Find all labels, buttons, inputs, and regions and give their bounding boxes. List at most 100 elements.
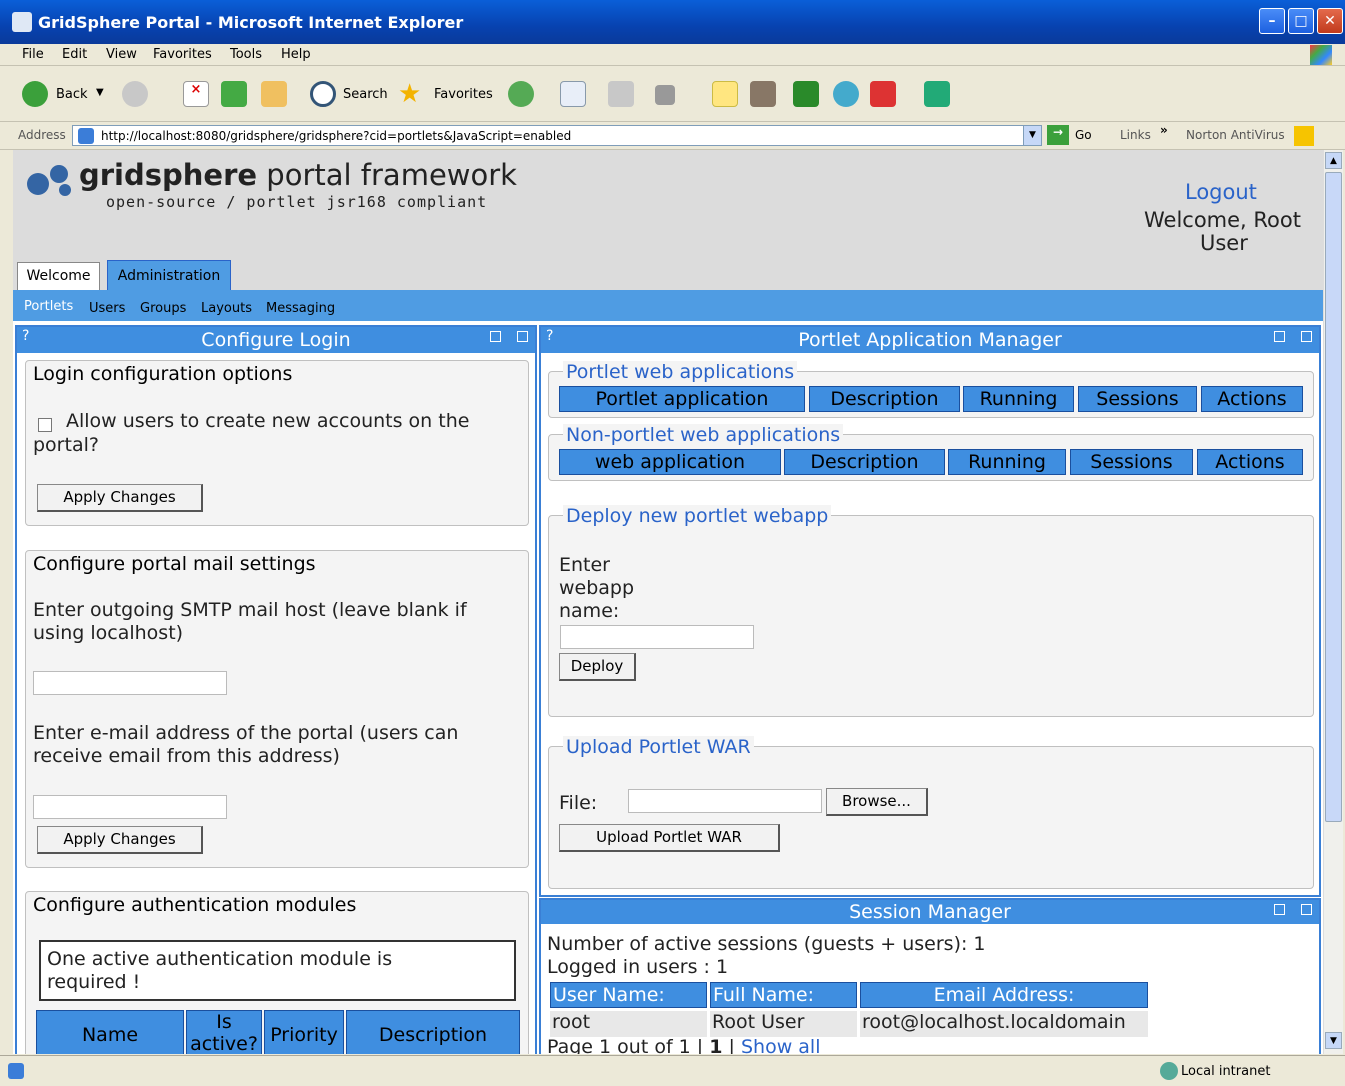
menu-help[interactable]: Help	[281, 47, 311, 62]
apply-changes-button[interactable]: Apply Changes	[37, 484, 203, 512]
back-icon[interactable]	[22, 81, 48, 107]
pwa-col-sessions: Sessions	[1078, 386, 1197, 412]
pam-help-icon[interactable]: ?	[546, 327, 553, 345]
logout-link[interactable]: Logout	[1185, 180, 1257, 204]
history-icon[interactable]	[508, 81, 534, 107]
tagline: open-source / portlet jsr168 compliant	[106, 193, 488, 211]
auth-col-name: Name	[36, 1010, 184, 1054]
menu-bar: File Edit View Favorites Tools Help	[0, 44, 1345, 66]
close-button[interactable]: ✕	[1317, 8, 1343, 34]
address-dropdown-icon[interactable]: ▼	[1023, 126, 1041, 145]
pam-title-bar: ? Portlet Application Manager	[541, 327, 1319, 353]
search-label[interactable]: Search	[343, 87, 388, 102]
scroll-up-icon[interactable]: ▲	[1325, 152, 1342, 169]
address-bar: Address http://localhost:8080/gridsphere…	[0, 122, 1345, 150]
smtp-host-input[interactable]	[33, 671, 227, 695]
favorites-label[interactable]: Favorites	[434, 87, 493, 102]
stop-icon[interactable]: ×	[183, 81, 209, 107]
file-path-input[interactable]	[628, 789, 822, 813]
portal-email-input[interactable]	[33, 795, 227, 819]
minimize-portlet-icon[interactable]	[490, 331, 501, 342]
menu-favorites[interactable]: Favorites	[153, 47, 212, 62]
email-label-line2: receive email from this address)	[33, 745, 340, 767]
norton-label[interactable]: Norton AntiVirus	[1186, 128, 1285, 142]
brand-bold: gridsphere	[79, 158, 258, 192]
subnav-portlets[interactable]: Portlets	[24, 299, 73, 314]
window-title: GridSphere Portal - Microsoft Internet E…	[38, 13, 464, 32]
menu-file[interactable]: File	[22, 47, 44, 62]
minimize-button[interactable]: –	[1259, 8, 1285, 34]
session-row-fullname: Root User	[710, 1011, 857, 1037]
mail-icon[interactable]	[560, 81, 586, 107]
messenger-icon[interactable]	[833, 81, 859, 107]
menu-tools[interactable]: Tools	[230, 47, 262, 62]
maximize-portlet-icon[interactable]	[517, 331, 528, 342]
configure-login-title-bar: ? Configure Login	[17, 327, 535, 353]
go-button[interactable]: Go	[1075, 128, 1092, 142]
tab-administration[interactable]: Administration	[107, 260, 231, 292]
non-portlet-webapps-legend: Non-portlet web applications	[563, 424, 844, 446]
note-icon[interactable]	[712, 81, 738, 107]
browse-button[interactable]: Browse...	[826, 788, 928, 816]
back-dropdown-icon[interactable]: ▼	[96, 87, 104, 98]
upload-war-button[interactable]: Upload Portlet WAR	[559, 824, 780, 852]
back-label[interactable]: Back	[56, 87, 88, 102]
scroll-thumb[interactable]	[1325, 172, 1342, 822]
npwa-col-running: Running	[948, 449, 1066, 475]
file-label: File:	[559, 792, 598, 814]
pwa-col-description: Description	[809, 386, 960, 412]
address-input[interactable]: http://localhost:8080/gridsphere/gridsph…	[72, 125, 1042, 146]
vertical-scrollbar[interactable]: ▲ ▼	[1323, 150, 1343, 1054]
search-icon[interactable]	[310, 81, 336, 107]
auth-note-line2: required !	[47, 971, 141, 993]
research-icon[interactable]	[750, 81, 776, 107]
refresh-icon[interactable]	[221, 81, 247, 107]
links-chevron[interactable]: »	[1160, 123, 1168, 137]
portlet-webapps-fieldset: Portlet web applications Portlet applica…	[548, 361, 1314, 418]
session-maximize-icon[interactable]	[1301, 904, 1312, 915]
menu-edit[interactable]: Edit	[62, 47, 87, 62]
panel-title: Configure Login	[201, 329, 351, 351]
favorites-icon[interactable]: ★	[398, 79, 421, 109]
icq-icon[interactable]	[793, 81, 819, 107]
pam-minimize-icon[interactable]	[1274, 331, 1285, 342]
links-label[interactable]: Links	[1120, 128, 1151, 142]
page-number[interactable]: 1	[709, 1036, 722, 1054]
subnav-groups[interactable]: Groups	[140, 301, 186, 316]
forward-icon[interactable]	[122, 81, 148, 107]
show-all-link[interactable]: Show all	[741, 1036, 821, 1054]
auth-note-box: One active authentication module is requ…	[39, 940, 516, 1001]
pam-maximize-icon[interactable]	[1301, 331, 1312, 342]
go-icon[interactable]: →	[1047, 125, 1069, 145]
menu-view[interactable]: View	[106, 47, 137, 62]
auth-col-active-l1: Is	[216, 1011, 232, 1033]
windows-flag-icon	[1310, 45, 1332, 65]
font-icon[interactable]	[924, 81, 950, 107]
edit-icon[interactable]	[655, 85, 675, 105]
scroll-down-icon[interactable]: ▼	[1325, 1032, 1342, 1049]
help-icon[interactable]: ?	[22, 327, 29, 345]
home-icon[interactable]	[261, 81, 287, 107]
title-bar: GridSphere Portal - Microsoft Internet E…	[0, 0, 1345, 44]
allow-accounts-checkbox[interactable]	[38, 418, 52, 432]
maximize-button[interactable]: □	[1288, 8, 1314, 34]
translate-icon[interactable]	[870, 81, 896, 107]
session-minimize-icon[interactable]	[1274, 904, 1285, 915]
deploy-button[interactable]: Deploy	[559, 653, 636, 681]
subnav-messaging[interactable]: Messaging	[266, 301, 335, 316]
pwa-col-actions: Actions	[1201, 386, 1303, 412]
norton-icon[interactable]	[1294, 126, 1314, 146]
webapp-name-input[interactable]	[560, 625, 754, 649]
subnav-users[interactable]: Users	[89, 301, 125, 316]
upload-war-legend: Upload Portlet WAR	[563, 736, 754, 758]
npwa-col-actions: Actions	[1197, 449, 1303, 475]
pwa-col-running: Running	[963, 386, 1074, 412]
tab-welcome[interactable]: Welcome	[17, 262, 100, 290]
pam-title: Portlet Application Manager	[798, 329, 1062, 351]
print-icon[interactable]	[608, 81, 634, 107]
subnav-layouts[interactable]: Layouts	[201, 301, 252, 316]
deploy-webapp-fieldset: Deploy new portlet webapp Enter webapp n…	[548, 505, 1314, 717]
logged-users-text: Logged in users : 1	[547, 956, 729, 978]
col-user-name: User Name:	[550, 982, 707, 1008]
apply-changes-mail-button[interactable]: Apply Changes	[37, 826, 203, 854]
